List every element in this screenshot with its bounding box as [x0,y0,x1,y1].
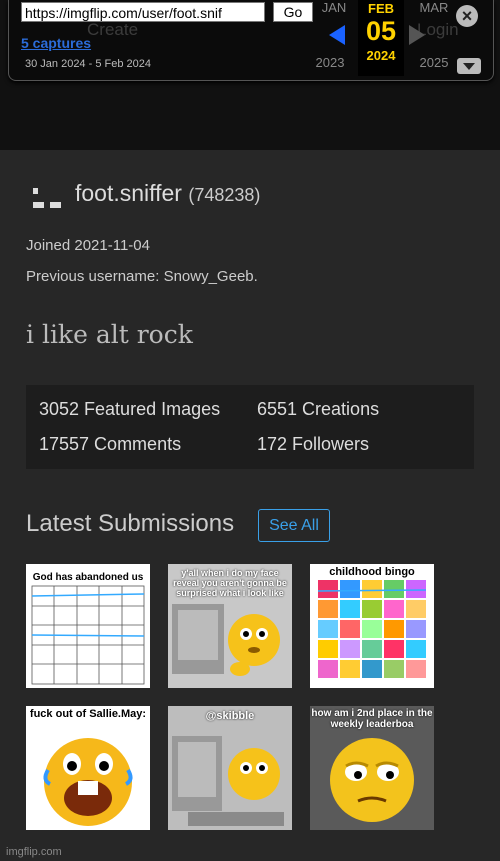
thumb-caption: fuck out of Sallie.May: [29,708,147,720]
submission-thumb-childhood-bingo[interactable]: childhood bingo [310,564,434,688]
comments-stat[interactable]: 17557 Comments [39,434,181,455]
current-day: 05 [365,16,397,46]
prev-month-link[interactable]: JAN [311,0,357,15]
thumb-caption: y'all when i do my face reveal you aren'… [173,568,287,598]
current-capture: FEB 05 2024 [358,0,404,76]
latest-submissions-heading: Latest Submissions [26,510,235,537]
user-bio: i like alt rock [26,320,193,349]
current-year: 2024 [366,48,396,63]
current-month: FEB [368,1,394,16]
wayback-go-button[interactable]: Go [273,2,313,22]
footer-watermark: imgflip.com [6,846,62,858]
featured-images-stat[interactable]: 3052 Featured Images [39,399,220,420]
next-month-link[interactable]: MAR [411,0,457,15]
joined-date: Joined 2021-11-04 [26,237,150,254]
captures-range: 30 Jan 2024 - 5 Feb 2024 [25,58,151,70]
thumb-caption: @skibble [205,710,255,722]
expand-icon[interactable] [457,58,481,74]
close-icon[interactable]: × [456,5,478,27]
submission-thumb-bingo[interactable]: God has abandoned us [26,564,150,688]
submission-thumb-skibble[interactable]: @skibble [168,706,292,830]
profile-page: foot.sniffer (748238) Joined 2021-11-04 … [0,150,500,861]
submission-thumb-sallie[interactable]: fuck out of Sallie.May: [26,706,150,830]
stats-panel: 3052 Featured Images 6551 Creations 1755… [26,385,474,469]
see-all-button[interactable]: See All [258,509,330,542]
thumb-caption: how am i 2nd place in the weekly leaderb… [311,708,433,730]
thumb-caption: childhood bingo [329,566,415,578]
childhood-bingo-grid-image [317,580,427,678]
previous-username: Previous username: Snowy_Geeb. [26,268,258,285]
avatar [30,185,62,211]
followers-stat[interactable]: 172 Followers [257,434,369,455]
wayback-url-input[interactable]: https://imgflip.com/user/foot.snif [21,2,265,22]
next-year-link[interactable]: 2025 [411,55,457,70]
prev-capture-arrow-icon[interactable] [329,25,345,45]
computer-emoji-image [172,736,284,826]
submission-thumb-face-reveal[interactable]: y'all when i do my face reveal you aren'… [168,564,292,688]
ghost-create-text: Create [87,20,139,39]
laughing-emoji-image [43,738,133,826]
prev-year-link[interactable]: 2023 [307,55,353,70]
submission-thumb-leaderboard[interactable]: how am i 2nd place in the weekly leaderb… [310,706,434,830]
next-capture-arrow-icon[interactable] [409,25,425,45]
user-points: (748238) [188,185,261,205]
captures-link[interactable]: 5 captures [21,35,91,51]
username: foot.sniffer [75,180,182,206]
thumb-caption: God has abandoned us [32,572,144,583]
wayback-toolbar: https://imgflip.com/user/foot.snif Go Cr… [8,0,494,81]
profile-header: foot.sniffer (748238) [75,180,260,207]
creations-stat[interactable]: 6551 Creations [257,399,379,420]
